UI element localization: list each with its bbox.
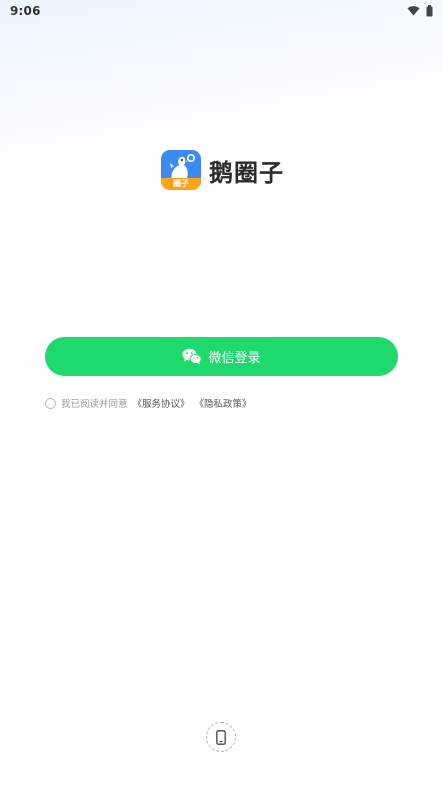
wifi-icon bbox=[407, 6, 420, 16]
phone-icon bbox=[216, 729, 226, 745]
privacy-policy-link[interactable]: 《隐私政策》 bbox=[195, 396, 252, 410]
battery-icon bbox=[426, 5, 433, 17]
app-icon-badge: 圈子 bbox=[173, 179, 189, 188]
app-icon-band: 圈子 bbox=[161, 178, 201, 190]
service-agreement-link[interactable]: 《服务协议》 bbox=[133, 396, 190, 410]
app-name: 鹅圈子 bbox=[209, 158, 284, 187]
app-logo: 圈子 鹅圈子 bbox=[161, 150, 284, 190]
wechat-icon bbox=[182, 348, 203, 365]
phone-login-button[interactable] bbox=[206, 722, 236, 752]
status-bar: 9:06 bbox=[0, 0, 443, 22]
status-time: 9:06 bbox=[10, 4, 41, 18]
wechat-login-button[interactable]: 微信登录 bbox=[45, 337, 398, 376]
agree-checkbox[interactable] bbox=[45, 397, 56, 409]
agreement-prefix: 我已阅读并同意 bbox=[61, 399, 128, 410]
agreement-row: 我已阅读并同意 《服务协议》 《隐私政策》 bbox=[45, 396, 252, 410]
goose-app-icon: 圈子 bbox=[161, 150, 201, 190]
wechat-login-label: 微信登录 bbox=[208, 351, 261, 366]
status-icons bbox=[407, 5, 433, 17]
